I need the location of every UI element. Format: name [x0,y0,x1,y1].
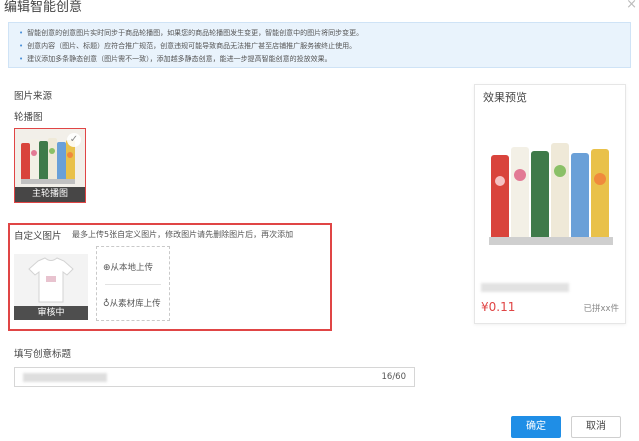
notice-text: 建议添加多条静态创意（图片需不一致），添加越多静态创意，能进一步提高智能创意的投… [27,55,332,63]
upload-library-label: 从素材库上传 [109,299,161,309]
redacted-title-text [23,373,107,382]
tshirt-image [28,257,74,303]
notice-text: 智能创意的创意图片实时同步于商品轮播图，如果您的商品轮播图发生变更，智能创意中的… [27,29,364,37]
custom-images-label: 自定义图片 [14,231,62,242]
bullet-icon: • [19,29,24,37]
image-source-label: 图片来源 [14,91,53,102]
confirm-button[interactable]: 确定 [511,416,561,438]
upload-local-button[interactable]: ⊕从本地上传 [103,263,153,273]
sold-count: 已拼xx件 [583,304,619,314]
custom-images-hint: 最多上传5张自定义图片，修改图片请先删除图片后，再次添加 [72,230,294,239]
selected-check-icon: ✓ [67,133,81,147]
preview-panel: 效果预览 ¥0.11 已拼xx件 [474,84,626,324]
redacted-product-name [481,283,569,292]
notice-line-1: • 智能创意的创意图片实时同步于商品轮播图，如果您的商品轮播图发生变更，智能创意中… [19,29,363,38]
upload-divider [105,284,161,285]
review-status-badge: 审核中 [14,306,88,320]
upload-library-button[interactable]: ♁从素材库上传 [103,299,161,309]
notice-box: • 智能创意的创意图片实时同步于商品轮播图，如果您的商品轮播图发生变更，智能创意中… [8,22,631,68]
plus-circle-icon: ⊕ [103,263,111,273]
creative-title-input[interactable]: 16/60 [14,367,415,387]
main-image-caption: 主轮播图 [15,187,85,202]
price-text: ¥0.11 [481,300,516,314]
upload-box: ⊕从本地上传 ♁从素材库上传 [96,246,170,321]
preview-title: 效果预览 [483,91,527,104]
notice-line-3: • 建议添加多条静态创意（图片需不一致），添加越多静态创意，能进一步提高智能创意的… [19,55,332,64]
dialog-title: 编辑智能创意 [4,0,83,15]
lightbulb-icon: ♁ [103,299,110,309]
bullet-icon: • [19,42,24,50]
preview-image [481,109,621,259]
custom-image-item[interactable]: 审核中 [14,254,88,320]
carousel-label: 轮播图 [14,112,43,123]
close-icon[interactable]: × [626,0,637,12]
notice-line-2: • 创意内容（图片、标题）应符合推广规范，创意违规可能导致商品无法推广甚至店铺推广… [19,42,356,51]
lotion-tubes-image [481,109,621,259]
cancel-button[interactable]: 取消 [571,416,621,438]
creative-title-label: 填写创意标题 [14,349,72,360]
main-carousel-image[interactable]: ✓ 主轮播图 [14,128,86,203]
bullet-icon: • [19,55,24,63]
char-counter: 16/60 [381,372,407,382]
upload-local-label: 从本地上传 [110,263,154,273]
notice-text: 创意内容（图片、标题）应符合推广规范，创意违规可能导致商品无法推广甚至店铺推广服… [27,42,357,50]
